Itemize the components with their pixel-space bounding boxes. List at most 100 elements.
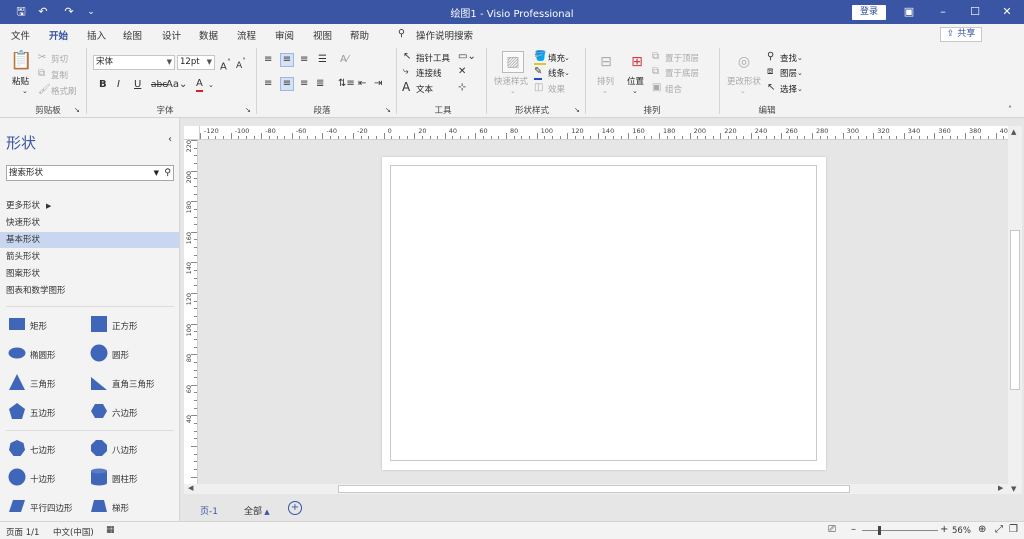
zoom-slider-track[interactable] <box>862 530 938 531</box>
layers-button[interactable]: 图层 <box>780 67 797 79</box>
chevron-down-icon[interactable]: ⌄ <box>797 83 803 95</box>
tab-insert[interactable]: 插入 <box>87 28 106 42</box>
more-shapes-menu[interactable]: 更多形状 ▶ <box>0 198 179 214</box>
tab-file[interactable]: 文件 <box>11 28 30 42</box>
horizontal-ruler[interactable]: -120 -100 -80 -60 -40 -20 0 20 40 60 80 100 120 140 16… <box>200 126 1008 140</box>
stencil-arrow-shapes[interactable]: 箭头形状 <box>0 249 179 265</box>
stencil-quick-shapes[interactable]: 快速形状 <box>0 215 179 231</box>
minimize-button[interactable]: – <box>926 0 960 24</box>
all-pages-button[interactable]: 全部 ▲ <box>244 504 270 517</box>
paste-icon[interactable]: 📋 <box>10 50 32 72</box>
zoom-slider-thumb[interactable] <box>878 526 881 535</box>
shape-heptagon[interactable]: 七边形 <box>8 438 93 460</box>
page-tab-1[interactable]: 页-1 <box>200 504 218 517</box>
chevron-down-icon[interactable]: ⌄ <box>797 67 803 79</box>
tab-view[interactable]: 视图 <box>313 28 332 42</box>
shape-triangle[interactable]: 三角形 <box>8 372 93 394</box>
language-status[interactable]: 中文(中国) <box>53 526 94 538</box>
justify-icon[interactable]: ≣ <box>316 78 324 90</box>
search-icon[interactable]: ⚲ <box>164 166 171 180</box>
presentation-mode-icon[interactable]: ⎚ <box>828 524 836 535</box>
zoom-out-icon[interactable]: – <box>851 524 856 535</box>
align-middle-icon[interactable]: ≡ <box>280 53 294 67</box>
vertical-scroll-thumb[interactable] <box>1010 230 1020 390</box>
fit-to-window-icon[interactable]: ⊕ <box>978 524 986 535</box>
align-left-icon[interactable]: ≡ <box>264 78 272 90</box>
font-size-select[interactable]: 12pt ▼ <box>177 55 215 70</box>
bullets-icon[interactable]: ☰ <box>318 54 327 66</box>
change-case-icon[interactable]: Aa⌄ <box>166 79 187 91</box>
font-color-icon[interactable]: A <box>196 78 203 92</box>
copy-button[interactable]: 复制 <box>51 69 68 81</box>
shape-decagon[interactable]: 十边形 <box>8 467 93 489</box>
bring-to-front-button[interactable]: 置于顶层 <box>665 52 699 64</box>
tab-home[interactable]: 开始 <box>46 28 71 47</box>
format-painter-button[interactable]: 格式刷 <box>51 85 77 97</box>
underline-icon[interactable]: U <box>134 79 141 91</box>
macro-record-icon[interactable]: ▦ <box>106 525 115 535</box>
line-spacing-icon[interactable]: ⇅≡ <box>338 78 355 90</box>
effects-button[interactable]: 效果 <box>548 83 565 95</box>
font-name-select[interactable]: 宋体 ▼ <box>93 55 175 70</box>
login-button[interactable]: 登录 <box>852 5 886 20</box>
stencil-basic-shapes[interactable]: 基本形状 <box>0 232 179 248</box>
zoom-level[interactable]: 56% <box>952 526 971 536</box>
stencil-charts-math[interactable]: 图表和数学图形 <box>0 283 179 299</box>
zoom-in-icon[interactable]: + <box>940 524 948 535</box>
collapse-panel-icon[interactable]: ‹ <box>168 134 172 145</box>
find-button[interactable]: 查找 <box>780 52 797 64</box>
group-button[interactable]: 组合 <box>665 83 682 95</box>
shape-octagon[interactable]: 八边形 <box>90 438 175 460</box>
chevron-down-icon[interactable]: ▼ <box>154 166 159 180</box>
collapse-ribbon-icon[interactable]: ˄ <box>1008 104 1012 116</box>
connection-point-icon[interactable]: ⊹ <box>458 82 466 94</box>
stencil-pattern-shapes[interactable]: 图案形状 <box>0 266 179 282</box>
horizontal-scroll-thumb[interactable] <box>338 485 850 493</box>
add-page-icon[interactable]: + <box>288 501 302 515</box>
pan-zoom-icon[interactable]: ⤢ <box>995 524 1003 535</box>
dialog-launcher-icon[interactable]: ↘ <box>245 104 251 116</box>
shape-parallelogram[interactable]: 平行四边形 <box>8 496 93 518</box>
scroll-down-icon[interactable]: ▼ <box>1011 485 1016 493</box>
fill-button[interactable]: 填充 <box>548 52 565 64</box>
bold-icon[interactable]: B <box>99 79 107 91</box>
text-direction-icon[interactable]: A⁄ <box>340 54 349 66</box>
shape-trapezoid[interactable]: 梯形 <box>90 496 175 518</box>
chevron-down-icon[interactable]: ⌄ <box>797 52 803 64</box>
align-bottom-icon[interactable]: ≡ <box>300 54 308 66</box>
chevron-down-icon[interactable]: ⌄ <box>564 67 570 79</box>
shape-ellipse[interactable]: 椭圆形 <box>8 343 93 365</box>
dialog-launcher-icon[interactable]: ↘ <box>385 104 391 116</box>
scroll-left-icon[interactable]: ◀ <box>188 484 193 492</box>
align-center-icon[interactable]: ≡ <box>280 77 294 91</box>
select-button[interactable]: 选择 <box>780 83 797 95</box>
ribbon-display-icon[interactable]: ▣ <box>892 0 926 24</box>
page-number-status[interactable]: 页面 1/1 <box>6 526 39 538</box>
dialog-launcher-icon[interactable]: ↘ <box>74 104 80 116</box>
cut-button[interactable]: 剪切 <box>51 53 68 65</box>
text-tool-button[interactable]: 文本 <box>416 83 433 95</box>
dialog-launcher-icon[interactable]: ↘ <box>574 104 580 116</box>
tab-data[interactable]: 数据 <box>199 28 218 42</box>
tab-design[interactable]: 设计 <box>162 28 181 42</box>
shape-circle[interactable]: 圆形 <box>90 343 175 365</box>
chevron-down-icon[interactable]: ⌄ <box>632 85 638 97</box>
shrink-font-icon[interactable]: A˅ <box>236 56 246 72</box>
maximize-button[interactable]: ☐ <box>958 0 992 24</box>
chevron-down-icon[interactable]: ⌄ <box>22 85 28 97</box>
line-button[interactable]: 线条 <box>548 67 565 79</box>
tab-help[interactable]: 帮助 <box>350 28 369 42</box>
close-x-icon[interactable]: ✕ <box>458 66 466 78</box>
grow-font-icon[interactable]: A˄ <box>220 56 231 73</box>
shape-hexagon[interactable]: 六边形 <box>90 401 175 423</box>
shape-square[interactable]: 正方形 <box>90 314 175 336</box>
switch-windows-icon[interactable]: ❐ <box>1009 524 1018 535</box>
shape-rectangle[interactable]: 矩形 <box>8 314 93 336</box>
tab-draw[interactable]: 绘图 <box>123 28 142 42</box>
chevron-down-icon[interactable]: ⌄ <box>564 52 570 64</box>
increase-indent-icon[interactable]: ⇥ <box>374 78 382 90</box>
share-button[interactable]: ⇪ 共享 <box>940 27 982 42</box>
tab-process[interactable]: 流程 <box>237 28 256 42</box>
connector-button[interactable]: 连接线 <box>416 67 442 79</box>
shape-search-input[interactable]: 搜索形状 ▼ ⚲ <box>6 165 174 181</box>
